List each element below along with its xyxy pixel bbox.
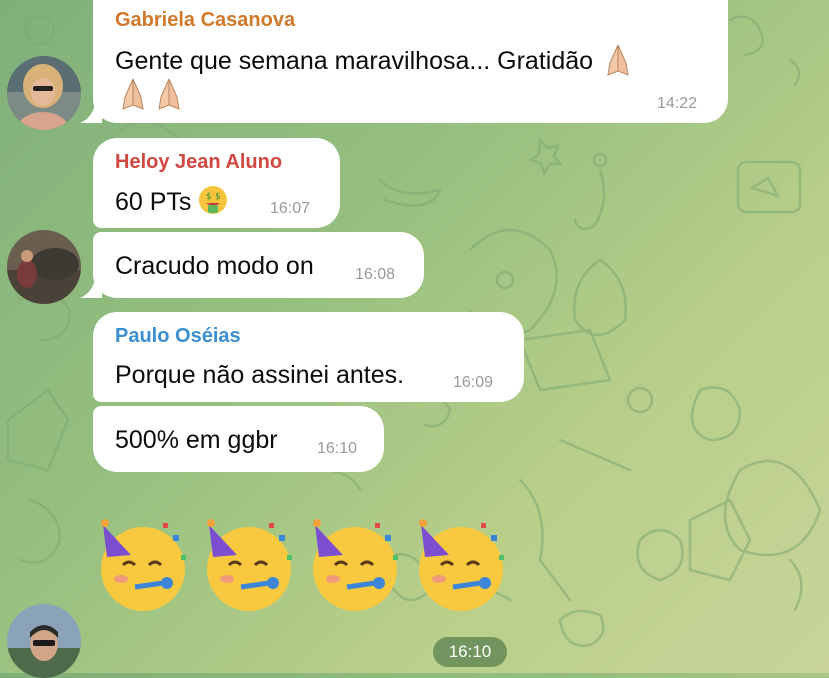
message-bubble[interactable]: Heloy Jean Aluno 60 PTs $ $ 16:07 (93, 138, 340, 228)
partying-face-icon (101, 519, 186, 611)
folded-hands-row (115, 75, 187, 118)
message-time: 16:08 (355, 266, 396, 283)
svg-text:$: $ (206, 192, 212, 202)
folded-hands-icon (600, 41, 636, 84)
avatar[interactable] (7, 56, 81, 130)
message-bubble[interactable]: Cracudo modo on 16:08 (93, 232, 424, 298)
message-bubble[interactable]: Paulo Oséias Porque não assinei antes. 1… (93, 312, 524, 402)
folded-hands-icon (151, 75, 187, 118)
avatar[interactable] (7, 604, 81, 678)
message-text: 60 PTs $ $ (115, 185, 228, 222)
message-time: 16:07 (270, 200, 311, 217)
message-text: Gente que semana maravilhosa... Gratidão (115, 41, 636, 84)
message-time: 16:10 (317, 440, 358, 457)
message-text: Porque não assinei antes. (115, 361, 405, 389)
sender-name[interactable]: Gabriela Casanova (115, 9, 295, 32)
folded-hands-icon (115, 75, 151, 118)
partying-face-icon (313, 519, 398, 611)
bubble-tail (80, 274, 102, 298)
message-bubble[interactable]: Gabriela Casanova Gente que semana marav… (93, 0, 728, 123)
message-text: Cracudo modo on (115, 252, 314, 280)
message-bubble[interactable]: 500% em ggbr 16:10 (93, 406, 384, 472)
sender-name[interactable]: Heloy Jean Aluno (115, 151, 282, 174)
avatar[interactable] (7, 230, 81, 304)
partying-face-icon (207, 519, 292, 611)
bubble-tail (80, 99, 102, 123)
partying-face-icon (419, 519, 504, 611)
money-mouth-face-icon: $ $ (198, 185, 228, 222)
sticker-time: 16:10 (433, 637, 507, 667)
svg-text:$: $ (215, 192, 221, 202)
message-text: 500% em ggbr (115, 426, 278, 454)
message-time: 16:09 (453, 374, 494, 391)
sender-name[interactable]: Paulo Oséias (115, 325, 241, 348)
message-time: 14:22 (657, 95, 698, 112)
